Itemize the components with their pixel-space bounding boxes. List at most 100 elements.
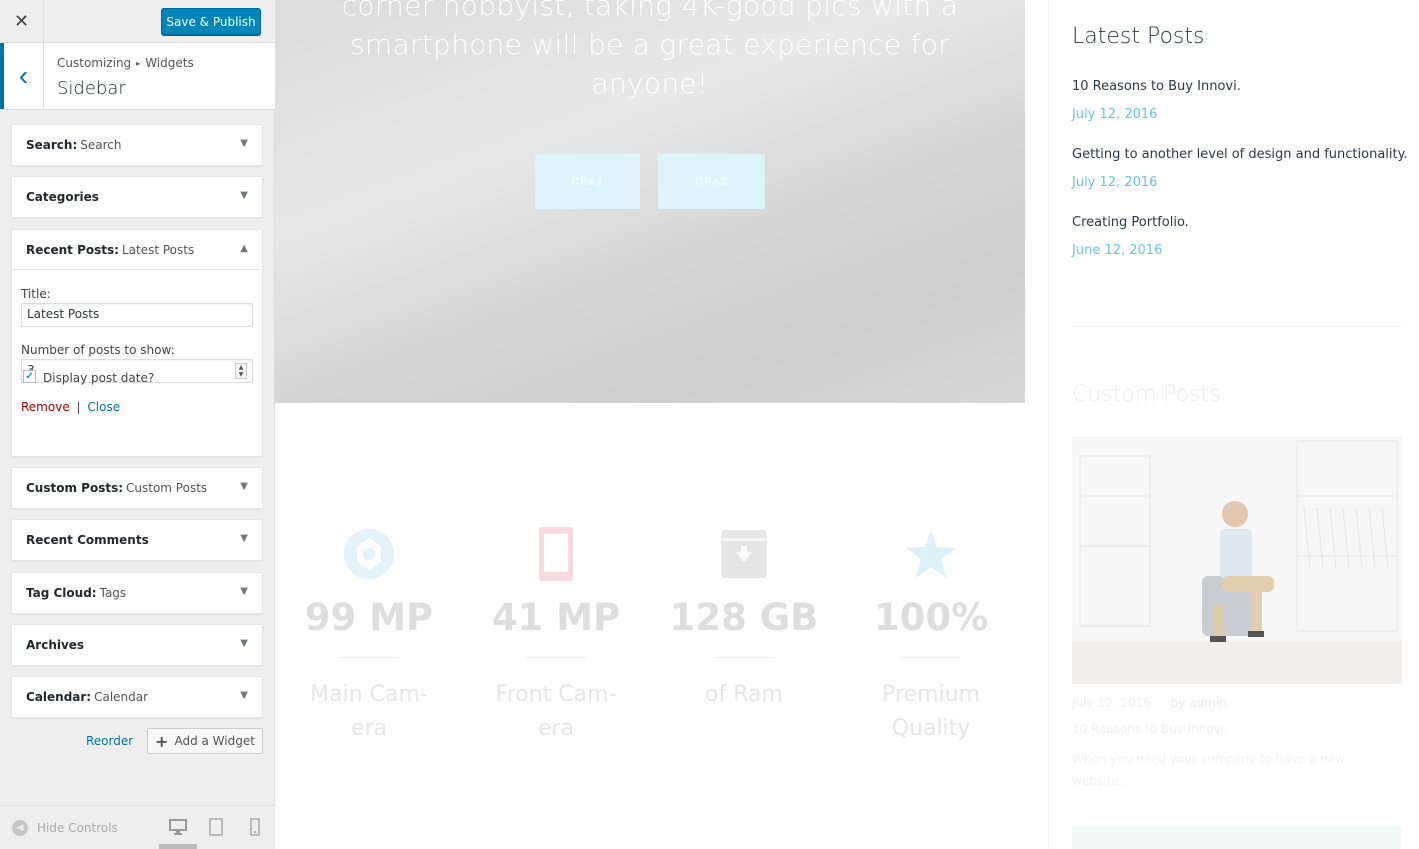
widget-actions: Remove | Close <box>21 400 120 414</box>
custom-post-image[interactable] <box>1072 436 1402 684</box>
stat-value: 128 GB <box>669 596 819 639</box>
section-title: Sidebar <box>57 78 126 99</box>
widget-title: Tags <box>99 586 127 600</box>
hero-section: corner hobbyist, taking 4K-good pics wit… <box>275 0 1025 403</box>
panel-header: ✕ Save & Publish <box>0 0 275 43</box>
stat-value: 99 MP <box>304 596 434 639</box>
stat-label-line: Main Cam- <box>310 682 428 707</box>
latest-posts-title: Latest Posts <box>1072 24 1205 49</box>
panel-footer: ◀ Hide Controls <box>0 805 275 849</box>
custom-post-author[interactable]: by admin <box>1171 696 1227 710</box>
widget-archives[interactable]: Archives ▼ <box>11 624 263 666</box>
widget-header[interactable]: Tag Cloud: Tags ▼ <box>12 573 262 613</box>
widget-recent-comments[interactable]: Recent Comments ▼ <box>11 519 263 561</box>
widget-calendar[interactable]: Calendar: Calendar ▼ <box>11 676 263 718</box>
widget-name: Categories <box>26 190 99 204</box>
hero-text: corner hobbyist, taking 4K-good pics wit… <box>275 0 1025 103</box>
collapse-arrow-icon: ◀ <box>12 820 28 836</box>
add-widget-button[interactable]: + Add a Widget <box>147 728 263 754</box>
cpa1-button[interactable]: CPA1 <box>535 154 640 209</box>
widget-custom-posts[interactable]: Custom Posts: Custom Posts ▼ <box>11 467 263 509</box>
star-icon <box>851 525 1011 583</box>
widget-search[interactable]: Search: Search ▼ <box>11 124 263 166</box>
widget-header[interactable]: Categories ▼ <box>12 177 262 217</box>
custom-post-meta: July 12, 2016 by admin <box>1072 696 1227 710</box>
sidebar-preview: Latest Posts 10 Reasons to Buy Innovi. J… <box>1048 0 1419 849</box>
chevron-left-icon: ‹ <box>18 60 29 91</box>
stat-label-line: of Ram <box>705 682 783 707</box>
close-link[interactable]: Close <box>87 400 120 414</box>
active-device-indicator <box>159 844 197 849</box>
title-input[interactable]: Latest Posts <box>21 303 253 327</box>
post-date[interactable]: July 12, 2016 <box>1072 107 1157 122</box>
desktop-preview-icon[interactable] <box>169 818 187 836</box>
close-customizer-button[interactable]: ✕ <box>0 0 44 43</box>
post-date[interactable]: June 12, 2016 <box>1072 243 1162 258</box>
widget-tag-cloud[interactable]: Tag Cloud: Tags ▼ <box>11 572 263 614</box>
stat-label-line: era <box>537 716 575 741</box>
sidebar-divider <box>1072 326 1402 327</box>
stat-label-line: Front Cam- <box>495 682 617 707</box>
stat-main-camera: 99 MP Main Cam-era <box>289 525 449 746</box>
widget-header[interactable]: Recent Comments ▼ <box>12 520 262 560</box>
widget-header[interactable]: Recent Posts: Latest Posts ▲ <box>12 230 262 270</box>
caret-down-icon[interactable]: ▼ <box>240 638 248 649</box>
save-publish-button[interactable]: Save & Publish <box>161 8 261 35</box>
stat-value: 41 MP <box>491 596 621 639</box>
hide-controls-button[interactable]: ◀ Hide Controls <box>12 820 118 836</box>
post-link[interactable]: Creating Portfolio. <box>1072 215 1189 230</box>
widget-header[interactable]: Archives ▼ <box>12 625 262 665</box>
caret-down-icon[interactable]: ▼ <box>240 138 248 149</box>
display-date-label: Display post date? <box>43 371 155 385</box>
back-button[interactable]: ‹ <box>0 43 44 109</box>
close-icon: ✕ <box>13 11 30 31</box>
post-link[interactable]: 10 Reasons to Buy Innovi. <box>1072 79 1241 94</box>
stat-label: Front Cam-era <box>476 678 636 746</box>
caret-down-icon[interactable]: ▼ <box>240 690 248 701</box>
stat-divider <box>714 657 774 658</box>
widget-name: Calendar: <box>26 690 92 704</box>
widget-recent-posts: Recent Posts: Latest Posts ▲ Title: Lates… <box>11 229 263 457</box>
cpa2-button[interactable]: CPA2 <box>658 154 765 209</box>
remove-link[interactable]: Remove <box>21 400 70 414</box>
post-date[interactable]: July 12, 2016 <box>1072 175 1157 190</box>
stat-divider <box>339 657 399 658</box>
breadcrumb-separator-icon: ▸ <box>136 59 141 68</box>
caret-down-icon[interactable]: ▼ <box>240 190 248 201</box>
tablet-preview-icon[interactable] <box>207 818 225 836</box>
mobile-preview-icon[interactable] <box>246 818 264 836</box>
widget-header[interactable]: Search: Search ▼ <box>12 125 262 165</box>
reorder-link[interactable]: Reorder <box>86 734 133 748</box>
custom-post-bar <box>1072 826 1402 849</box>
widget-name: Custom Posts: <box>26 481 124 495</box>
caret-up-icon[interactable]: ▲ <box>240 243 248 254</box>
number-spinner[interactable]: ▲ ▼ <box>235 363 247 379</box>
widget-header[interactable]: Calendar: Calendar ▼ <box>12 677 262 717</box>
custom-posts-title: Custom Posts <box>1072 382 1221 407</box>
spin-up-icon[interactable]: ▲ <box>239 364 244 371</box>
number-label: Number of posts to show: <box>21 343 175 357</box>
breadcrumb-child: Widgets <box>145 56 194 70</box>
stat-label: of Ram <box>664 678 824 712</box>
site-preview: corner hobbyist, taking 4K-good pics wit… <box>275 0 1419 849</box>
custom-post-excerpt: When you need your company to have a new… <box>1072 752 1345 788</box>
caret-down-icon[interactable]: ▼ <box>240 586 248 597</box>
aperture-icon <box>289 525 449 583</box>
hero-line: anyone! <box>591 67 709 100</box>
custom-post-title[interactable]: 10 Reasons to Buy Innovi. <box>1072 722 1228 736</box>
stat-divider <box>526 657 586 658</box>
caret-down-icon[interactable]: ▼ <box>240 533 248 544</box>
post-link[interactable]: Getting to another level of design and f… <box>1072 147 1408 162</box>
section-title-bar: ‹ Customizing ▸ Widgets Sidebar <box>0 43 275 110</box>
caret-down-icon[interactable]: ▼ <box>240 481 248 492</box>
spin-down-icon[interactable]: ▼ <box>239 371 244 378</box>
widget-title: Calendar <box>94 690 149 704</box>
widget-categories[interactable]: Categories ▼ <box>11 176 263 218</box>
add-widget-label: Add a Widget <box>174 734 255 748</box>
widget-name: Recent Comments <box>26 533 149 547</box>
widget-name: Archives <box>26 638 85 652</box>
custom-post-date[interactable]: July 12, 2016 <box>1072 696 1151 710</box>
widget-title: Search <box>80 138 122 152</box>
widget-header[interactable]: Custom Posts: Custom Posts ▼ <box>12 468 262 508</box>
display-date-checkbox[interactable]: ✓ <box>23 370 36 383</box>
